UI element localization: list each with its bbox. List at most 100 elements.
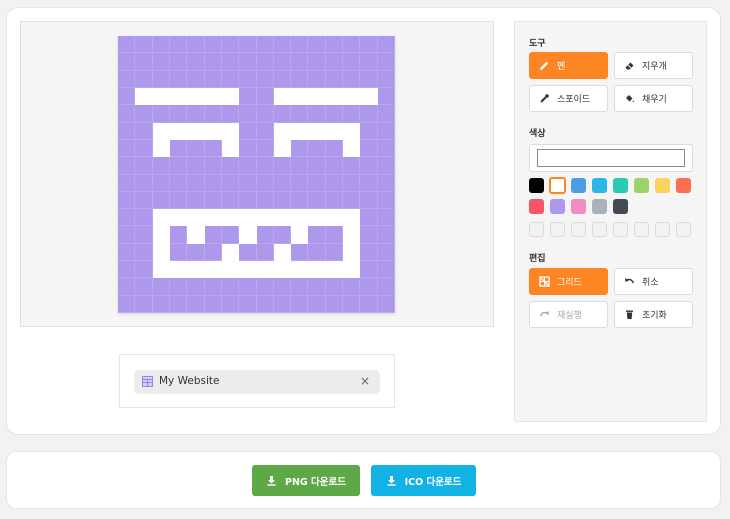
pixel-cell[interactable]	[239, 36, 257, 54]
pixel-cell[interactable]	[343, 36, 361, 54]
pixel-cell[interactable]	[256, 105, 274, 123]
pixel-cell[interactable]	[325, 261, 344, 279]
pixel-cell[interactable]	[118, 243, 136, 262]
pixel-cell[interactable]	[204, 209, 222, 227]
pixel-cell[interactable]	[360, 209, 378, 227]
pixel-cell[interactable]	[169, 226, 188, 244]
empty-color-slot[interactable]	[550, 222, 565, 237]
pixel-cell[interactable]	[135, 139, 153, 158]
empty-color-slot[interactable]	[529, 222, 544, 237]
pixel-cell[interactable]	[256, 157, 274, 175]
pixel-cell[interactable]	[187, 191, 205, 210]
pixel-cell[interactable]	[221, 261, 240, 279]
pixel-cell[interactable]	[360, 53, 378, 71]
pixel-cell[interactable]	[204, 278, 222, 296]
pixel-cell[interactable]	[343, 174, 361, 192]
pixel-cell[interactable]	[135, 261, 153, 279]
pixel-cell[interactable]	[135, 157, 153, 175]
pixel-cell[interactable]	[169, 122, 188, 140]
pixel-cell[interactable]	[187, 157, 205, 175]
pixel-cell[interactable]	[325, 122, 344, 140]
pixel-cell[interactable]	[152, 261, 170, 279]
pixel-cell[interactable]	[169, 295, 188, 313]
pixel-cell[interactable]	[360, 105, 378, 123]
pixel-cell[interactable]	[360, 139, 378, 158]
pixel-cell[interactable]	[273, 105, 292, 123]
pixel-cell[interactable]	[221, 36, 240, 54]
pixel-cell[interactable]	[325, 87, 344, 106]
pixel-cell[interactable]	[187, 278, 205, 296]
pixel-cell[interactable]	[377, 139, 395, 158]
pixel-cell[interactable]	[308, 53, 326, 71]
pixel-cell[interactable]	[118, 36, 136, 54]
pixel-cell[interactable]	[256, 139, 274, 158]
pixel-cell[interactable]	[221, 122, 240, 140]
pixel-cell[interactable]	[169, 261, 188, 279]
pixel-cell[interactable]	[239, 295, 257, 313]
color-swatch[interactable]	[634, 178, 649, 193]
pixel-cell[interactable]	[135, 122, 153, 140]
pixel-cell[interactable]	[135, 278, 153, 296]
pixel-cell[interactable]	[256, 226, 274, 244]
pixel-cell[interactable]	[377, 87, 395, 106]
pixel-cell[interactable]	[291, 139, 309, 158]
pixel-cell[interactable]	[239, 226, 257, 244]
pixel-cell[interactable]	[187, 261, 205, 279]
pixel-cell[interactable]	[118, 122, 136, 140]
undo-button[interactable]: 취소	[614, 268, 693, 295]
pixel-cell[interactable]	[343, 295, 361, 313]
pixel-cell[interactable]	[343, 70, 361, 88]
pixel-cell[interactable]	[308, 226, 326, 244]
pixel-cell[interactable]	[135, 191, 153, 210]
pixel-cell[interactable]	[135, 243, 153, 262]
pixel-cell[interactable]	[377, 243, 395, 262]
pixel-cell[interactable]	[169, 139, 188, 158]
pixel-cell[interactable]	[152, 157, 170, 175]
ico-download-button[interactable]: ICO 다운로드	[371, 465, 476, 496]
pixel-cell[interactable]	[291, 226, 309, 244]
pixel-cell[interactable]	[221, 243, 240, 262]
color-swatch[interactable]	[529, 199, 544, 214]
pixel-cell[interactable]	[308, 87, 326, 106]
pixel-cell[interactable]	[169, 209, 188, 227]
pixel-cell[interactable]	[169, 105, 188, 123]
pixel-cell[interactable]	[204, 139, 222, 158]
pixel-cell[interactable]	[360, 157, 378, 175]
pixel-cell[interactable]	[343, 139, 361, 158]
pixel-cell[interactable]	[325, 209, 344, 227]
eraser-tool-button[interactable]: 지우개	[614, 52, 693, 79]
pixel-cell[interactable]	[291, 122, 309, 140]
color-swatch[interactable]	[529, 178, 544, 193]
pixel-cell[interactable]	[360, 295, 378, 313]
pixel-cell[interactable]	[273, 243, 292, 262]
pixel-cell[interactable]	[239, 174, 257, 192]
empty-color-slot[interactable]	[655, 222, 670, 237]
pixel-cell[interactable]	[291, 53, 309, 71]
empty-color-slot[interactable]	[592, 222, 607, 237]
color-swatch[interactable]	[613, 199, 628, 214]
pixel-cell[interactable]	[221, 278, 240, 296]
pixel-cell[interactable]	[291, 261, 309, 279]
pixel-cell[interactable]	[135, 295, 153, 313]
pen-tool-button[interactable]: 펜	[529, 52, 608, 79]
pixel-cell[interactable]	[377, 226, 395, 244]
pixel-cell[interactable]	[187, 243, 205, 262]
pixel-cell[interactable]	[204, 70, 222, 88]
pixel-cell[interactable]	[377, 70, 395, 88]
pixel-cell[interactable]	[152, 87, 170, 106]
pixel-cell[interactable]	[256, 122, 274, 140]
pixel-cell[interactable]	[325, 105, 344, 123]
pixel-cell[interactable]	[256, 209, 274, 227]
pixel-cell[interactable]	[291, 87, 309, 106]
pixel-cell[interactable]	[291, 36, 309, 54]
color-swatch[interactable]	[613, 178, 628, 193]
pixel-cell[interactable]	[187, 226, 205, 244]
pixel-cell[interactable]	[273, 139, 292, 158]
empty-color-slot[interactable]	[613, 222, 628, 237]
pixel-cell[interactable]	[169, 191, 188, 210]
pixel-cell[interactable]	[273, 261, 292, 279]
pixel-cell[interactable]	[204, 243, 222, 262]
pixel-cell[interactable]	[118, 157, 136, 175]
pixel-cell[interactable]	[187, 87, 205, 106]
tab-close-icon[interactable]: ×	[360, 374, 370, 388]
